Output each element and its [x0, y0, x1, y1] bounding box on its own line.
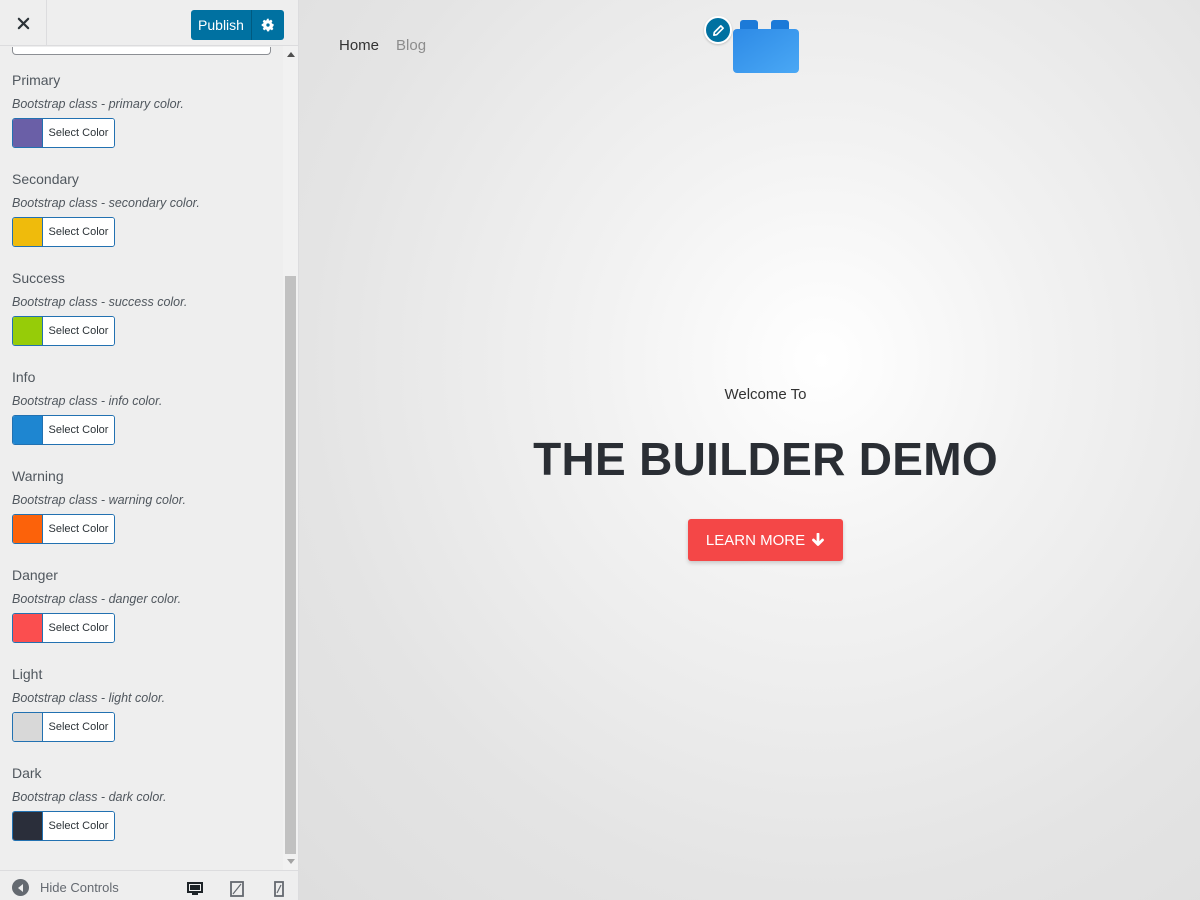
select-color-button[interactable]: Select Color — [12, 811, 115, 841]
controls-panel: Primary Bootstrap class - primary color.… — [0, 47, 283, 870]
pencil-icon — [712, 24, 724, 36]
control-description: Bootstrap class - secondary color. — [12, 196, 200, 210]
color-swatch — [13, 614, 43, 642]
select-color-button[interactable]: Select Color — [12, 118, 115, 148]
publish-group: Publish — [191, 10, 284, 40]
close-icon — [17, 17, 29, 29]
control-description: Bootstrap class - success color. — [12, 295, 188, 309]
hide-controls-label: Hide Controls — [40, 880, 119, 895]
control-label: Warning — [12, 468, 64, 484]
control-label: Light — [12, 666, 43, 682]
customizer-header: Publish — [0, 0, 298, 46]
select-color-label: Select Color — [43, 515, 114, 543]
color-control-light: Light Bootstrap class - light color. Sel… — [12, 665, 272, 742]
publish-button[interactable]: Publish — [191, 10, 252, 40]
color-control-primary: Primary Bootstrap class - primary color.… — [12, 71, 272, 148]
site-navigation: Home Blog — [339, 37, 426, 54]
select-color-label: Select Color — [43, 812, 114, 840]
publish-settings-button[interactable] — [252, 10, 284, 40]
hero-subtitle: Welcome To — [724, 386, 807, 403]
control-description: Bootstrap class - warning color. — [12, 493, 186, 507]
select-color-button[interactable]: Select Color — [12, 613, 115, 643]
site-logo-icon[interactable] — [733, 20, 799, 73]
color-control-success: Success Bootstrap class - success color.… — [12, 269, 272, 346]
color-control-secondary: Secondary Bootstrap class - secondary co… — [12, 170, 272, 247]
learn-more-button[interactable]: LEARN MORE — [688, 519, 843, 561]
control-label: Success — [12, 270, 65, 286]
learn-more-label: LEARN MORE — [705, 531, 806, 549]
nav-link-home[interactable]: Home — [339, 37, 379, 54]
scroll-up-arrow-icon[interactable] — [283, 46, 298, 63]
control-label: Danger — [12, 567, 58, 583]
customizer-footer: Hide Controls — [0, 870, 298, 900]
color-swatch — [13, 317, 43, 345]
select-color-label: Select Color — [43, 614, 114, 642]
control-description: Bootstrap class - danger color. — [12, 592, 182, 606]
scroll-down-arrow-icon[interactable] — [283, 853, 298, 870]
select-color-button[interactable]: Select Color — [12, 415, 115, 445]
color-control-info: Info Bootstrap class - info color. Selec… — [12, 368, 272, 445]
select-color-label: Select Color — [43, 119, 114, 147]
sidebar-scrollbar[interactable] — [283, 46, 298, 870]
tablet-preview-icon[interactable] — [228, 880, 246, 898]
select-color-label: Select Color — [43, 218, 114, 246]
control-label: Primary — [12, 72, 61, 88]
hero-title: THE BUILDER DEMO — [533, 433, 998, 485]
color-control-warning: Warning Bootstrap class - warning color.… — [12, 467, 272, 544]
color-control-dark: Dark Bootstrap class - dark color. Selec… — [12, 764, 272, 841]
nav-link-blog[interactable]: Blog — [396, 37, 426, 54]
control-description: Bootstrap class - light color. — [12, 691, 166, 705]
select-color-button[interactable]: Select Color — [12, 514, 115, 544]
color-control-danger: Danger Bootstrap class - danger color. S… — [12, 566, 272, 643]
color-swatch — [13, 218, 43, 246]
select-color-button[interactable]: Select Color — [12, 316, 115, 346]
scrollbar-thumb[interactable] — [285, 276, 296, 854]
select-color-button[interactable]: Select Color — [12, 712, 115, 742]
mobile-preview-icon[interactable] — [270, 880, 288, 898]
select-color-label: Select Color — [43, 416, 114, 444]
select-color-label: Select Color — [43, 713, 114, 741]
edit-shortcut-button[interactable] — [704, 16, 732, 44]
color-swatch — [13, 713, 43, 741]
site-preview: Home Blog Welcome To THE BUILDER DEMO LE… — [299, 0, 1200, 900]
select-color-label: Select Color — [43, 317, 114, 345]
control-description: Bootstrap class - primary color. — [12, 97, 184, 111]
arrow-down-icon — [812, 533, 824, 546]
color-swatch — [13, 515, 43, 543]
customizer-sidebar: Publish Primary Bootstrap class - primar… — [0, 0, 299, 900]
color-swatch — [13, 119, 43, 147]
color-swatch — [13, 416, 43, 444]
gear-icon — [261, 18, 274, 32]
desktop-preview-icon[interactable] — [186, 880, 204, 898]
hide-controls-button[interactable]: Hide Controls — [12, 879, 119, 896]
close-button[interactable] — [0, 0, 47, 46]
control-description: Bootstrap class - info color. — [12, 394, 163, 408]
collapse-arrow-icon — [12, 879, 29, 896]
control-label: Secondary — [12, 171, 79, 187]
partial-input-field[interactable] — [12, 47, 271, 55]
control-label: Info — [12, 369, 36, 385]
select-color-button[interactable]: Select Color — [12, 217, 115, 247]
control-description: Bootstrap class - dark color. — [12, 790, 167, 804]
color-swatch — [13, 812, 43, 840]
control-label: Dark — [12, 765, 42, 781]
